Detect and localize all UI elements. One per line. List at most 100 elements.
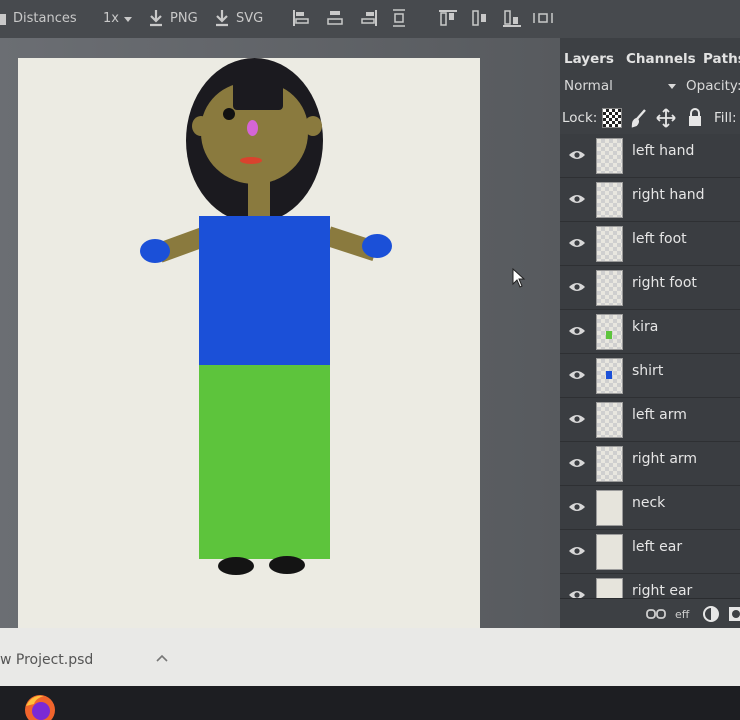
eye-shape[interactable] [223, 108, 235, 120]
layer-item-right-foot[interactable]: right foot [560, 266, 740, 310]
distances-label[interactable]: Distances [13, 11, 77, 26]
svg-text:eff: eff [675, 608, 690, 621]
distribute-horizontal-icon[interactable] [532, 8, 554, 28]
eye-visibility-icon[interactable] [568, 545, 586, 557]
layers-panel: Layers Channels Paths Normal Opacity: Lo… [560, 38, 740, 628]
top-toolbar: Distances 1x PNG SVG [0, 0, 740, 38]
blend-mode-select[interactable]: Normal [564, 78, 676, 98]
eye-visibility-icon[interactable] [568, 501, 586, 513]
neck-shape[interactable] [248, 176, 270, 216]
eye-visibility-icon[interactable] [568, 193, 586, 205]
layer-item-shirt[interactable]: shirt [560, 354, 740, 398]
eye-visibility-icon[interactable] [568, 457, 586, 469]
download-icon[interactable] [214, 8, 230, 28]
distribute-vertical-icon[interactable] [392, 8, 406, 28]
export-svg-button[interactable]: SVG [236, 11, 263, 26]
distances-checkbox[interactable] [0, 14, 6, 25]
tab-paths[interactable]: Paths [703, 51, 740, 67]
layer-thumbnail [596, 314, 623, 350]
layer-item-kira[interactable]: kira [560, 310, 740, 354]
layer-thumbnail [596, 358, 623, 394]
layer-item-left-foot[interactable]: left foot [560, 222, 740, 266]
layer-name[interactable]: left foot [632, 231, 687, 247]
layer-thumbnail [596, 402, 623, 438]
right-hand-shape[interactable] [362, 234, 392, 258]
layer-item-right-hand[interactable]: right hand [560, 178, 740, 222]
align-right-icon[interactable] [360, 8, 378, 28]
left-hand-shape[interactable] [140, 239, 170, 263]
eye-visibility-icon[interactable] [568, 369, 586, 381]
mouse-cursor-icon [512, 268, 526, 288]
layer-name[interactable]: shirt [632, 363, 663, 379]
firefox-icon[interactable] [20, 692, 60, 720]
kira-thumbnail-mark [606, 331, 612, 339]
lips-shape[interactable] [240, 157, 262, 164]
layer-thumbnail [596, 226, 623, 262]
blend-mode-value: Normal [564, 78, 613, 94]
shirt-thumbnail-mark [606, 371, 612, 379]
effects-icon[interactable]: eff [674, 606, 692, 622]
layer-name[interactable]: left ear [632, 539, 682, 555]
lock-move-icon[interactable] [656, 108, 676, 128]
right-foot-shape[interactable] [269, 556, 305, 574]
download-filename[interactable]: w Project.psd [0, 652, 93, 668]
hair-bangs-shape[interactable] [233, 80, 283, 110]
align-middle-icon[interactable] [470, 8, 490, 28]
layer-item-neck[interactable]: neck [560, 486, 740, 530]
eye-visibility-icon[interactable] [568, 325, 586, 337]
align-bottom-icon[interactable] [502, 8, 522, 28]
export-png-button[interactable]: PNG [170, 11, 198, 26]
mask-icon[interactable] [728, 605, 740, 623]
layers-panel-footer: eff [560, 598, 740, 628]
shirt-shape[interactable] [199, 216, 330, 366]
align-top-icon[interactable] [438, 8, 458, 28]
eye-visibility-icon[interactable] [568, 149, 586, 161]
layer-name[interactable]: right ear [632, 583, 692, 599]
lock-transparency-icon[interactable] [602, 108, 622, 128]
opacity-label[interactable]: Opacity: [686, 78, 740, 94]
kira-shape[interactable] [199, 365, 330, 559]
lock-brush-icon[interactable] [630, 108, 648, 128]
tab-channels[interactable]: Channels [626, 51, 696, 67]
chevron-up-icon[interactable] [156, 654, 168, 662]
chevron-down-icon [668, 84, 676, 89]
tab-layers[interactable]: Layers [564, 51, 614, 67]
layer-item-left-arm[interactable]: left arm [560, 398, 740, 442]
lock-row: Lock: Fill: [562, 108, 740, 128]
align-center-icon[interactable] [326, 8, 344, 28]
lock-all-icon[interactable] [686, 107, 704, 127]
fill-label[interactable]: Fill: [714, 110, 737, 126]
layer-name[interactable]: kira [632, 319, 658, 335]
lock-label: Lock: [562, 110, 598, 126]
layer-item-right-arm[interactable]: right arm [560, 442, 740, 486]
bindi-shape[interactable] [247, 120, 258, 136]
layer-thumbnail [596, 270, 623, 306]
eye-visibility-icon[interactable] [568, 237, 586, 249]
layer-name[interactable]: right foot [632, 275, 697, 291]
download-icon[interactable] [148, 8, 164, 28]
zoom-select[interactable]: 1x [103, 11, 119, 26]
layer-item-left-ear[interactable]: left ear [560, 530, 740, 574]
canvas-document[interactable] [18, 58, 480, 628]
align-left-icon[interactable] [292, 8, 310, 28]
chevron-down-icon[interactable] [124, 17, 132, 22]
layer-thumbnail [596, 182, 623, 218]
os-taskbar [0, 686, 740, 720]
layer-thumbnail [596, 446, 623, 482]
eye-visibility-icon[interactable] [568, 413, 586, 425]
layer-name[interactable]: left arm [632, 407, 687, 423]
layer-thumbnail [596, 490, 623, 526]
left-foot-shape[interactable] [218, 557, 254, 575]
layer-name[interactable]: right arm [632, 451, 697, 467]
layer-name[interactable]: neck [632, 495, 665, 511]
adjustment-icon[interactable] [702, 605, 720, 623]
layer-name[interactable]: right hand [632, 187, 705, 203]
document-workspace[interactable] [0, 38, 560, 628]
layer-thumbnail [596, 138, 623, 174]
eye-visibility-icon[interactable] [568, 281, 586, 293]
layer-item-left-hand[interactable]: left hand [560, 134, 740, 178]
link-icon[interactable] [646, 608, 666, 620]
layer-name[interactable]: left hand [632, 143, 694, 159]
downloads-bar: w Project.psd [0, 628, 740, 686]
layers-list: left hand right hand left foot right foo… [560, 134, 740, 618]
